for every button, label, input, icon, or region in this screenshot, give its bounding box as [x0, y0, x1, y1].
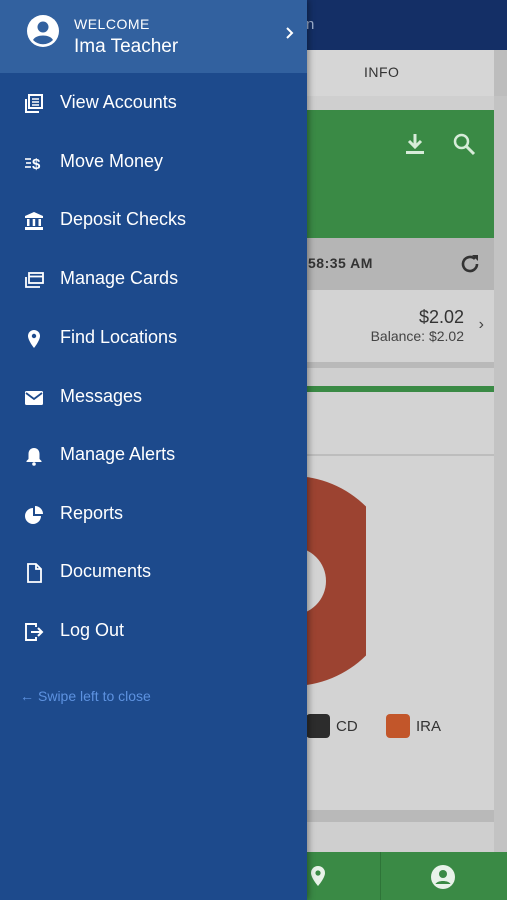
account-amount: $2.02	[418, 307, 464, 327]
logout-icon	[25, 623, 44, 641]
menu-item-view-accounts[interactable]: View Accounts	[0, 74, 307, 132]
menu-label: View Accounts	[60, 92, 177, 112]
legend-swatch-cd	[306, 714, 330, 738]
menu-label: Manage Alerts	[60, 444, 176, 464]
menu-label: Documents	[60, 561, 152, 581]
tab-edge	[494, 50, 507, 96]
accounts-icon	[25, 94, 43, 113]
menu-item-manage-cards[interactable]: Manage Cards	[0, 250, 307, 308]
refresh-icon[interactable]	[458, 252, 482, 276]
menu-label: Log Out	[60, 620, 125, 640]
transfer-icon: $	[25, 156, 41, 173]
chevron-right-icon: ›	[478, 316, 484, 333]
menu-label: Reports	[60, 503, 124, 523]
menu-item-find-locations[interactable]: Find Locations	[0, 309, 307, 367]
menu-item-deposit-checks[interactable]: Deposit Checks	[0, 191, 307, 249]
legend-label-cd: CD	[336, 718, 358, 735]
legend-label-ira: IRA	[416, 718, 442, 735]
swipe-hint[interactable]: ← Swipe left to close	[20, 688, 151, 704]
navigation-drawer: WELCOME Ima Teacher View Accounts $ Move…	[0, 0, 307, 900]
download-icon[interactable]	[404, 132, 426, 156]
pie-chart-icon	[25, 506, 43, 524]
menu-label: Messages	[60, 386, 143, 406]
location-nav-icon[interactable]	[306, 864, 330, 888]
cards-icon	[25, 272, 44, 288]
menu-item-messages[interactable]: Messages	[0, 368, 307, 426]
legend-swatch-ira	[386, 714, 410, 738]
nav-separator	[380, 852, 381, 900]
menu-label: Manage Cards	[60, 268, 179, 288]
mail-icon	[25, 391, 43, 405]
app-title-fragment: n	[306, 16, 315, 33]
menu-item-log-out[interactable]: Log Out	[0, 602, 307, 660]
document-icon	[27, 563, 42, 583]
chevron-right-icon[interactable]	[284, 24, 296, 42]
welcome-label: WELCOME	[74, 16, 150, 32]
user-name: Ima Teacher	[74, 36, 179, 57]
tab-info[interactable]: INFO	[364, 64, 399, 80]
search-icon[interactable]	[452, 132, 476, 156]
swipe-hint-label: Swipe left to close	[38, 688, 151, 704]
profile-nav-icon[interactable]	[430, 864, 456, 890]
svg-text:$: $	[32, 156, 41, 173]
arrow-left-icon: ←	[20, 688, 34, 704]
page-edge-strip	[494, 96, 507, 852]
menu-label: Deposit Checks	[60, 209, 187, 229]
menu-item-move-money[interactable]: $ Move Money	[0, 133, 307, 191]
bank-icon	[25, 212, 43, 230]
account-balance: Balance: $2.02	[370, 328, 464, 344]
menu-label: Move Money	[60, 151, 164, 171]
menu-item-documents[interactable]: Documents	[0, 543, 307, 601]
menu-label: Find Locations	[60, 327, 178, 347]
drawer-profile-header[interactable]: WELCOME Ima Teacher	[0, 0, 307, 73]
refresh-time: 58:35 AM	[308, 255, 373, 271]
menu-item-reports[interactable]: Reports	[0, 485, 307, 543]
location-pin-icon	[28, 330, 40, 348]
avatar-icon	[27, 15, 59, 47]
menu-item-manage-alerts[interactable]: Manage Alerts	[0, 426, 307, 484]
bell-icon	[26, 448, 42, 466]
